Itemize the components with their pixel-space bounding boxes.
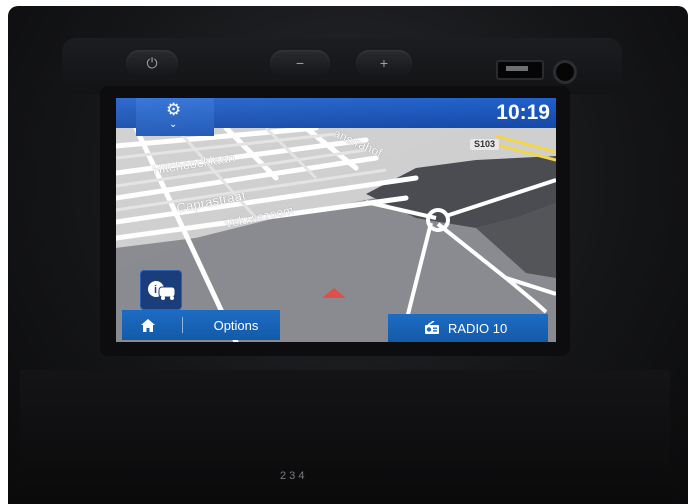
home-icon [141, 318, 155, 332]
svg-text:i: i [154, 284, 157, 296]
usb-port [496, 60, 544, 80]
volume-up-button[interactable]: + [356, 50, 412, 76]
traffic-info-icon: i [148, 281, 176, 300]
divider [182, 317, 183, 333]
clock: 10:19 [496, 101, 550, 124]
status-bar: ⚙ ⌄ 10:19 [116, 98, 556, 136]
lower-dashboard [20, 370, 670, 504]
nav-screen: Hitchcocklaan Caprastraat Veluwezoom ans… [116, 98, 556, 342]
volume-down-button[interactable]: − [270, 50, 330, 76]
radio-source-button[interactable]: RADIO 10 [388, 314, 548, 342]
radio-source-label: RADIO 10 [448, 320, 508, 336]
traffic-info-button[interactable]: i [140, 270, 182, 310]
radio-icon [425, 321, 439, 334]
gear-icon: ⚙ [166, 100, 182, 119]
volume-down-label: − [295, 55, 305, 71]
chevron-down-icon: ⌄ [169, 119, 178, 130]
home-button[interactable] [122, 310, 174, 340]
aux-jack [553, 60, 577, 84]
bottom-bar-left: Options [122, 310, 280, 340]
options-button[interactable]: Options [192, 310, 280, 340]
photo-frame: ⏻ − + Hitchcocklaan Caprastraat Veluwezo… [0, 0, 690, 504]
gear-indicator: 2 3 4 [280, 470, 305, 482]
options-label: Options [213, 317, 259, 333]
power-button[interactable]: ⏻ [126, 50, 178, 76]
settings-button[interactable]: ⚙ ⌄ [136, 98, 214, 136]
volume-up-label: + [379, 55, 389, 71]
road-number-badge: S103 [470, 139, 500, 150]
power-icon: ⏻ [146, 54, 158, 71]
